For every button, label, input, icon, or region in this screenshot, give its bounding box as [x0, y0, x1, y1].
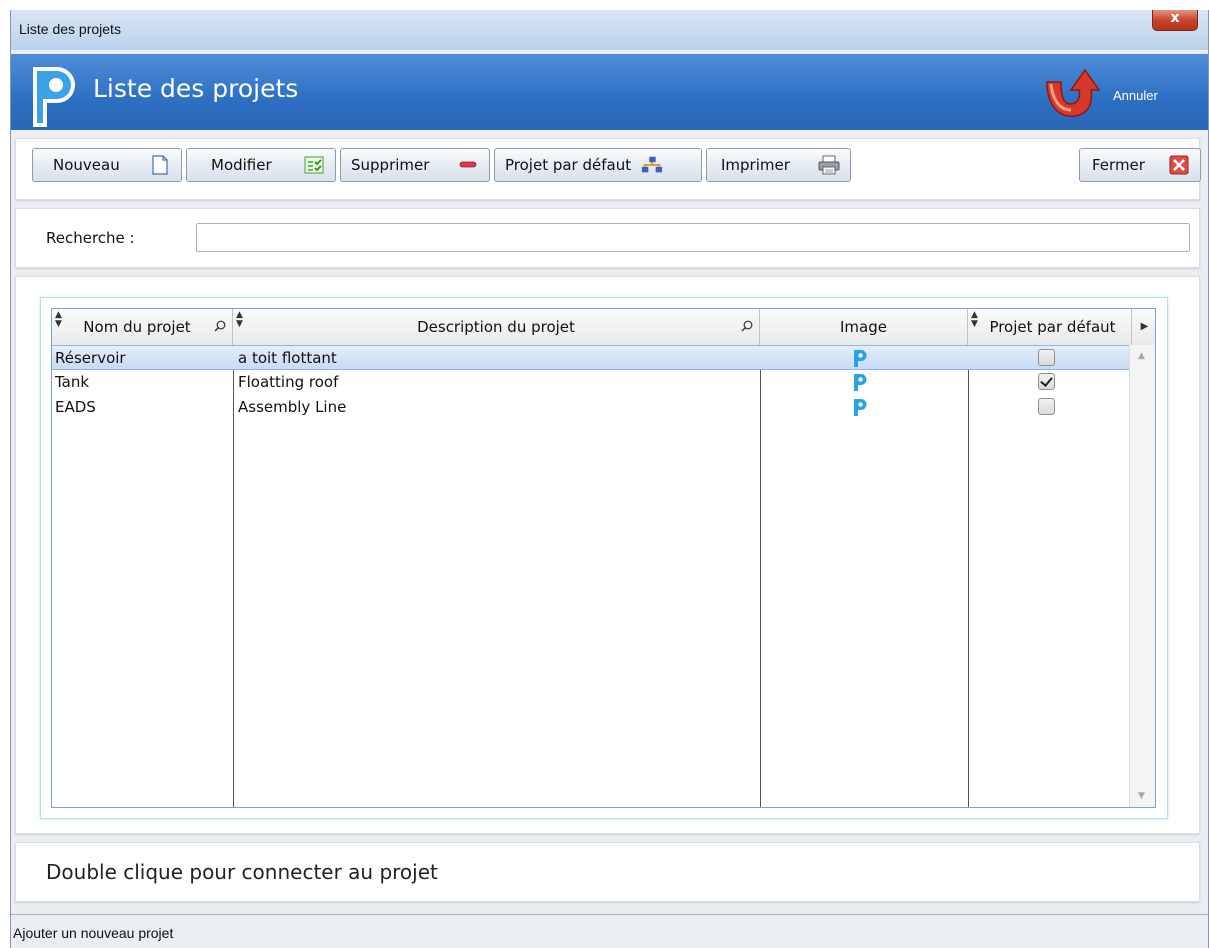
edit-button-label: Modifier [211, 156, 272, 174]
delete-button[interactable]: Supprimer [340, 148, 490, 182]
edit-button[interactable]: Modifier [186, 148, 336, 182]
filter-search-icon[interactable] [741, 320, 753, 332]
header-banner: Liste des projets Annuler [11, 54, 1208, 130]
app-window: Liste des projets x Liste des projets An… [10, 10, 1209, 948]
default-project-checkbox[interactable] [1038, 398, 1055, 415]
status-bar: Ajouter un nouveau projet [11, 914, 1208, 948]
window-close-button[interactable]: x [1152, 10, 1198, 31]
cancel-link[interactable]: Annuler [1113, 88, 1158, 103]
vertical-scrollbar[interactable]: ▲ ▼ [1129, 345, 1155, 807]
close-button[interactable]: Fermer [1079, 148, 1201, 182]
scroll-columns-right-icon[interactable]: ▶ [1132, 309, 1155, 345]
toolbar: Nouveau Modifier Supprimer Projet par dé… [15, 138, 1201, 200]
sort-icon[interactable]: ▲ ▼ [971, 311, 978, 329]
status-text: Ajouter un nouveau projet [13, 925, 174, 941]
sort-icon[interactable]: ▲ ▼ [55, 311, 62, 329]
new-document-icon [149, 154, 171, 176]
scroll-up-icon[interactable]: ▲ [1138, 351, 1145, 361]
window-title: Liste des projets [19, 21, 121, 37]
print-button-label: Imprimer [721, 156, 790, 174]
sort-icon[interactable]: ▲ ▼ [236, 311, 243, 329]
grid-panel: ▲ ▼ Nom du projet ▲ ▼ Description du proje… [15, 276, 1200, 834]
undo-arrow-icon[interactable] [1041, 66, 1101, 122]
search-panel: Recherche : [15, 208, 1200, 268]
page-title: Liste des projets [93, 74, 299, 103]
column-header-image-label: Image [840, 318, 887, 336]
default-project-button-label: Projet par défaut [505, 156, 632, 174]
default-project-checkbox[interactable] [1038, 373, 1055, 390]
column-header-description-label: Description du projet [417, 318, 575, 336]
default-project-checkbox[interactable] [1038, 349, 1055, 366]
grid-rows: Réservoir a toit flottant Tank Floatting ro… [52, 345, 1131, 420]
network-hierarchy-icon [641, 154, 663, 176]
minus-red-icon [457, 154, 479, 176]
new-button-label: Nouveau [53, 156, 120, 174]
project-logo-icon [852, 372, 868, 396]
project-logo-icon [852, 348, 868, 372]
column-header-name[interactable]: ▲ ▼ Nom du projet [52, 309, 233, 345]
search-input[interactable] [196, 223, 1190, 252]
column-header-default[interactable]: ▲ ▼ Projet par défaut [968, 309, 1132, 345]
app-logo-icon [33, 67, 75, 127]
hint-panel: Double clique pour connecter au projet [15, 842, 1200, 902]
grid-header: ▲ ▼ Nom du projet ▲ ▼ Description du proje… [52, 309, 1155, 346]
delete-button-label: Supprimer [351, 156, 430, 174]
filter-search-icon[interactable] [214, 320, 226, 332]
new-button[interactable]: Nouveau [32, 148, 182, 182]
cell-project-name: EADS [55, 398, 96, 416]
scroll-down-icon[interactable]: ▼ [1138, 791, 1145, 801]
edit-checklist-icon [303, 154, 325, 176]
column-header-image[interactable]: Image [760, 309, 968, 345]
print-button[interactable]: Imprimer [706, 148, 851, 182]
table-row[interactable]: Tank Floatting roof [52, 370, 1131, 395]
projects-grid: ▲ ▼ Nom du projet ▲ ▼ Description du proje… [51, 308, 1156, 808]
cell-project-description: Floatting roof [238, 373, 339, 391]
project-logo-icon [852, 397, 868, 421]
printer-icon [818, 154, 840, 176]
cell-project-description: a toit flottant [238, 349, 337, 367]
close-button-label: Fermer [1092, 156, 1145, 174]
table-row[interactable]: Réservoir a toit flottant [52, 345, 1131, 370]
cell-project-name: Réservoir [55, 349, 126, 367]
column-header-default-label: Projet par défaut [989, 318, 1116, 336]
title-bar: Liste des projets x [11, 10, 1208, 50]
grid-frame: ▲ ▼ Nom du projet ▲ ▼ Description du proje… [40, 297, 1168, 819]
close-red-x-icon [1168, 154, 1190, 176]
cell-project-name: Tank [55, 373, 90, 391]
default-project-button[interactable]: Projet par défaut [494, 148, 702, 182]
cell-project-description: Assembly Line [238, 398, 347, 416]
table-row[interactable]: EADS Assembly Line [52, 395, 1131, 420]
hint-text: Double clique pour connecter au projet [46, 860, 438, 884]
column-header-description[interactable]: ▲ ▼ Description du projet [233, 309, 760, 345]
search-label: Recherche : [46, 229, 135, 247]
column-header-name-label: Nom du projet [83, 318, 191, 336]
